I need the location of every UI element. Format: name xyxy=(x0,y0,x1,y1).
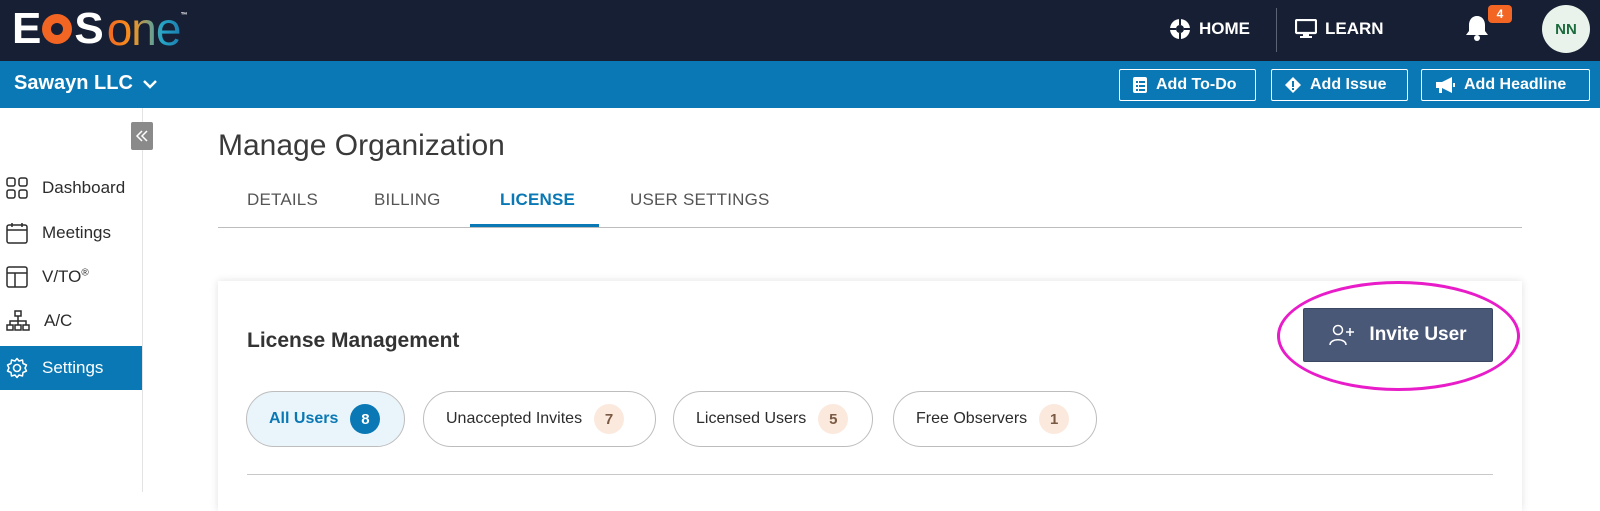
logo-o-icon xyxy=(42,14,73,44)
logo-letter-e: E xyxy=(12,4,41,53)
org-chart-icon xyxy=(6,310,30,331)
filter-licensed-users[interactable]: Licensed Users 5 xyxy=(673,391,873,447)
list-icon xyxy=(1133,77,1147,93)
user-avatar[interactable]: NN xyxy=(1542,5,1590,53)
add-issue-label: Add Issue xyxy=(1310,76,1387,93)
nav-learn-label: LEARN xyxy=(1325,19,1384,38)
nav-home-label: HOME xyxy=(1199,19,1250,38)
page-title: Manage Organization xyxy=(218,129,505,162)
sidebar-item-meetings[interactable]: Meetings xyxy=(0,211,142,255)
notification-count-badge: 4 xyxy=(1488,5,1512,23)
tab-details[interactable]: DETAILS xyxy=(247,190,318,210)
eos-one-logo[interactable]: E S one ™ xyxy=(12,3,187,55)
filter-label: Licensed Users xyxy=(696,410,807,427)
invite-user-label: Invite User xyxy=(1369,324,1467,345)
license-management-card: License Management Invite User All Users… xyxy=(218,281,1522,511)
sidebar-item-dashboard[interactable]: Dashboard xyxy=(0,166,142,210)
sidebar-item-label: Dashboard xyxy=(42,178,126,197)
chevron-down-icon xyxy=(143,79,157,89)
invite-user-button[interactable]: Invite User xyxy=(1303,308,1493,362)
calendar-icon xyxy=(6,223,28,244)
logo-one-text: one xyxy=(106,3,182,55)
diamond-icon xyxy=(1285,77,1301,93)
filter-unaccepted-invites[interactable]: Unaccepted Invites 7 xyxy=(423,391,656,447)
monitor-icon xyxy=(1295,19,1317,38)
add-user-icon xyxy=(1329,324,1355,346)
sidebar-item-ac[interactable]: A/C xyxy=(0,299,142,343)
organization-bar: Sawayn LLC Add To-Do Add Issue Add Headl… xyxy=(0,61,1600,108)
tab-user-settings[interactable]: USER SETTINGS xyxy=(630,190,770,210)
logo-trademark: ™ xyxy=(180,12,187,19)
nav-home-link[interactable]: HOME xyxy=(1169,14,1250,44)
megaphone-icon xyxy=(1436,77,1455,93)
active-tab-indicator xyxy=(470,224,599,227)
sidebar: Dashboard Meetings V/TO® A/C Settings xyxy=(0,108,153,492)
filter-count: 5 xyxy=(818,404,849,434)
add-issue-button[interactable]: Add Issue xyxy=(1271,69,1408,101)
organization-tabs: DETAILS BILLING LICENSE USER SETTINGS xyxy=(218,178,1522,228)
add-headline-label: Add Headline xyxy=(1464,76,1567,93)
registered-mark: ® xyxy=(81,267,89,279)
logo-letter-s: S xyxy=(74,4,103,53)
filter-all-users[interactable]: All Users 8 xyxy=(246,391,405,447)
sidebar-item-label: Settings xyxy=(42,358,104,377)
top-navbar: E S one ™ HOME LEARN 4 NN xyxy=(0,0,1600,61)
vto-label-text: V/TO xyxy=(42,267,82,286)
filter-count: 7 xyxy=(594,404,625,434)
add-headline-button[interactable]: Add Headline xyxy=(1421,69,1590,101)
sidebar-collapse-button[interactable] xyxy=(131,122,153,150)
org-switcher[interactable]: Sawayn LLC xyxy=(14,72,157,95)
sidebar-item-label: V/TO® xyxy=(42,267,89,287)
card-divider xyxy=(247,474,1493,475)
filter-label: All Users xyxy=(269,410,339,427)
grid-icon xyxy=(6,177,28,199)
gear-icon xyxy=(6,357,28,379)
sidebar-item-label: Meetings xyxy=(42,223,111,242)
org-name: Sawayn LLC xyxy=(14,72,133,94)
double-chevron-left-icon xyxy=(135,130,148,142)
tab-license[interactable]: LICENSE xyxy=(500,190,575,210)
nav-divider xyxy=(1276,8,1277,52)
layout-icon xyxy=(6,266,28,288)
add-todo-label: Add To-Do xyxy=(1156,76,1237,93)
filter-label: Unaccepted Invites xyxy=(446,410,583,427)
add-todo-button[interactable]: Add To-Do xyxy=(1119,69,1256,101)
filter-count: 8 xyxy=(350,404,381,434)
filter-label: Free Observers xyxy=(916,410,1028,427)
license-management-title: License Management xyxy=(247,329,460,352)
sidebar-item-label: A/C xyxy=(44,311,73,330)
sidebar-item-vto[interactable]: V/TO® xyxy=(0,255,142,299)
filter-free-observers[interactable]: Free Observers 1 xyxy=(893,391,1097,447)
sidebar-item-settings[interactable]: Settings xyxy=(0,346,142,390)
filter-count: 1 xyxy=(1039,404,1070,434)
globe-icon xyxy=(1170,19,1190,39)
bell-icon[interactable] xyxy=(1464,14,1490,42)
tab-billing[interactable]: BILLING xyxy=(374,190,441,210)
nav-learn-link[interactable]: LEARN xyxy=(1295,14,1384,44)
